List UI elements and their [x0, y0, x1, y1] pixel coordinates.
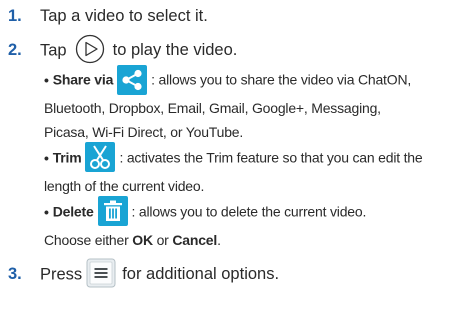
trim-desc-2: length of the current video. — [44, 178, 205, 194]
step-number: 3. — [8, 265, 22, 284]
scissors-icon — [85, 142, 116, 172]
step-number: 2. — [8, 41, 22, 60]
cancel-label: Cancel — [172, 232, 218, 248]
delete-desc-1: : allows you to delete the current video… — [131, 203, 367, 220]
bullet-dot: • — [44, 203, 49, 220]
step-1: 1. Tap a video to select it. — [8, 6, 208, 26]
bullet-dot: • — [44, 149, 49, 166]
step-text: Tap a video to select it. — [40, 7, 208, 25]
delete-desc-2: Choose either OK or Cancel. — [44, 228, 469, 252]
step-number: 1. — [8, 7, 22, 25]
choose-text: Choose either — [44, 232, 129, 248]
bullet-delete: • Delete : allows you to delete the curre… — [44, 196, 469, 252]
share-icon — [117, 65, 148, 95]
share-via-desc-3: Picasa, Wi-Fi Direct, or YouTube. — [44, 124, 244, 140]
bullet-dot: • — [44, 71, 49, 88]
step-text-pre: Tap — [40, 41, 67, 60]
ok-label: OK — [132, 232, 153, 248]
play-circle-icon — [75, 34, 105, 64]
share-via-term: Share via — [52, 71, 114, 88]
menu-icon — [86, 258, 116, 288]
step-text-pre: Press — [40, 265, 83, 284]
step-2: 2. Tap to play the video. — [8, 34, 238, 66]
trash-icon — [97, 196, 128, 226]
step-3: 3. Press for additional options. — [8, 258, 280, 290]
period: . — [217, 232, 221, 248]
trim-desc-1: : activates the Trim feature so that you… — [119, 149, 423, 166]
delete-term: Delete — [52, 203, 94, 220]
step-text-post: for additional options. — [122, 265, 280, 284]
or-text: or — [156, 232, 169, 248]
trim-term: Trim — [52, 149, 82, 166]
bullet-share-via: • Share via : allows you to share the vid… — [44, 65, 469, 144]
share-via-desc-2: Bluetooth, Dropbox, Email, Gmail, Google… — [44, 100, 381, 116]
step-text-post: to play the video. — [112, 41, 238, 60]
share-via-desc-1: : allows you to share the video via Chat… — [151, 71, 412, 88]
bullet-trim: • Trim : activates the Trim feature so th… — [44, 142, 469, 198]
